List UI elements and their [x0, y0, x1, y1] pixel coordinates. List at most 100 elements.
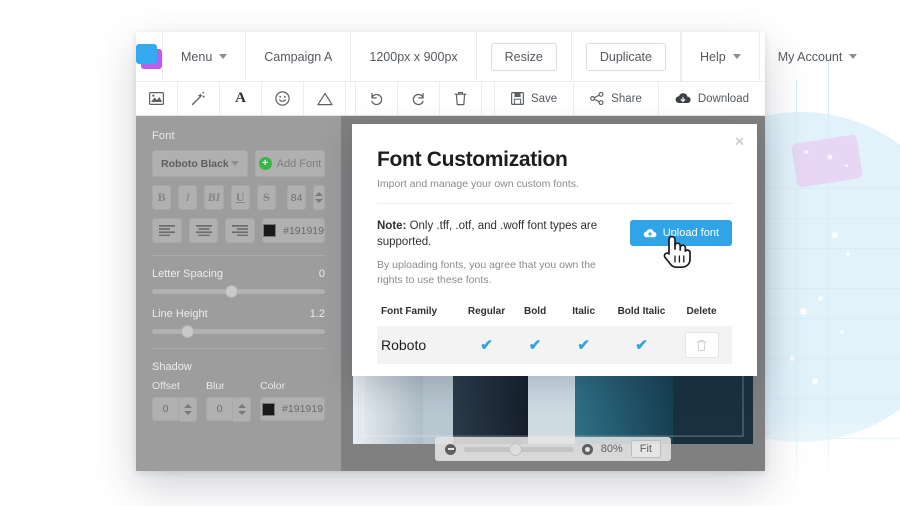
- app-logo[interactable]: [136, 32, 162, 81]
- effects-tool[interactable]: [178, 82, 220, 115]
- text-tool[interactable]: A: [220, 82, 262, 115]
- font-size-stepper[interactable]: [313, 185, 325, 210]
- shadow-color-picker[interactable]: #191919: [260, 397, 325, 421]
- trash-icon: [454, 91, 467, 106]
- note-body: Only .tff, .otf, and .woff font types ar…: [377, 220, 597, 248]
- top-bar: Menu Campaign A 1200px x 900px Resize Du…: [136, 32, 765, 82]
- align-right-button[interactable]: [225, 218, 255, 243]
- stepper-up-icon[interactable]: [315, 192, 323, 196]
- font-family-select[interactable]: Roboto Black: [152, 150, 248, 177]
- color-swatch: [262, 403, 275, 416]
- align-center-icon: [196, 225, 212, 236]
- zoom-slider-knob[interactable]: [509, 443, 522, 456]
- image-icon: [149, 92, 164, 105]
- row-italic-check[interactable]: ✔: [559, 336, 608, 354]
- menu-dropdown[interactable]: Menu: [162, 32, 245, 81]
- pointing-hand-cursor: [660, 232, 692, 270]
- emoji-tool[interactable]: [262, 82, 304, 115]
- download-label: Download: [698, 93, 749, 105]
- table-header-bold-italic: Bold Italic: [608, 306, 675, 317]
- italic-button[interactable]: I: [178, 185, 197, 210]
- table-header-font-family: Font Family: [381, 306, 462, 317]
- row-regular-check[interactable]: ✔: [462, 336, 511, 354]
- strikethrough-button[interactable]: S: [257, 185, 276, 210]
- shadow-offset-input[interactable]: 0: [152, 397, 179, 421]
- line-height-slider-knob[interactable]: [181, 325, 194, 338]
- stepper-up-icon[interactable]: [238, 404, 246, 408]
- shadow-color-value: #191919: [282, 403, 323, 415]
- undo-icon: [369, 92, 384, 106]
- stepper-up-icon[interactable]: [184, 404, 192, 408]
- modal-subtitle: Import and manage your own custom fonts.: [377, 178, 732, 190]
- shadow-section-label: Shadow: [152, 361, 325, 373]
- toolbar-gap: [346, 82, 356, 115]
- font-color-value: #191919: [283, 225, 324, 237]
- line-height-value: 1.2: [310, 308, 325, 320]
- bold-button[interactable]: B: [152, 185, 171, 210]
- font-section-label: Font: [152, 130, 325, 142]
- font-size-input[interactable]: 84: [287, 185, 306, 210]
- text-icon: A: [235, 90, 246, 107]
- align-left-button[interactable]: [152, 218, 182, 243]
- shadow-blur-group: Blur 0: [206, 380, 251, 422]
- chevron-down-icon: [733, 54, 741, 59]
- modal-divider: [377, 203, 732, 204]
- table-header-italic: Italic: [559, 306, 608, 317]
- note-text-block: Note: Only .tff, .otf, and .woff font ty…: [377, 218, 616, 288]
- letter-spacing-slider[interactable]: [152, 289, 325, 294]
- close-icon[interactable]: ✕: [734, 135, 745, 148]
- canvas-size: 1200px x 900px: [350, 32, 475, 81]
- stepper-down-icon[interactable]: [238, 411, 246, 415]
- menu-label: Menu: [181, 50, 212, 64]
- sparkle-dot: [818, 296, 823, 301]
- modal-title: Font Customization: [377, 148, 732, 172]
- shadow-blur-label: Blur: [206, 380, 251, 392]
- stepper-down-icon[interactable]: [184, 411, 192, 415]
- download-button[interactable]: Download: [658, 82, 765, 115]
- underline-button[interactable]: U: [231, 185, 250, 210]
- stepper-down-icon[interactable]: [315, 199, 323, 203]
- line-height-slider[interactable]: [152, 329, 325, 334]
- redo-button[interactable]: [398, 82, 440, 115]
- zoom-percent-label: 80%: [601, 443, 623, 455]
- undo-button[interactable]: [356, 82, 398, 115]
- align-center-button[interactable]: [189, 218, 219, 243]
- zoom-fit-button[interactable]: Fit: [631, 440, 661, 458]
- screenshot-root: Menu Campaign A 1200px x 900px Resize Du…: [0, 0, 900, 506]
- image-tool[interactable]: [136, 82, 178, 115]
- table-header-bold: Bold: [511, 306, 560, 317]
- plus-icon: +: [259, 157, 272, 170]
- duplicate-button[interactable]: Duplicate: [586, 43, 666, 71]
- font-family-row: Roboto Black + Add Font: [152, 150, 325, 177]
- project-name[interactable]: Campaign A: [245, 32, 350, 81]
- account-dropdown[interactable]: My Account: [759, 32, 876, 81]
- shadow-blur-input[interactable]: 0: [206, 397, 233, 421]
- font-sidebar: Font Roboto Black + Add Font B I BI U: [136, 116, 341, 471]
- cloud-upload-icon: [643, 228, 657, 239]
- shadow-controls: Offset 0 Blur 0: [152, 380, 325, 422]
- resize-button[interactable]: Resize: [491, 43, 557, 71]
- add-font-button[interactable]: + Add Font: [255, 150, 325, 177]
- delete-font-button[interactable]: [685, 332, 719, 358]
- redo-icon: [411, 92, 426, 106]
- row-bold-italic-check[interactable]: ✔: [608, 336, 675, 354]
- save-button[interactable]: Save: [494, 82, 573, 115]
- tool-bar: A Save Sh: [136, 82, 765, 116]
- zoom-slider[interactable]: [464, 447, 574, 452]
- zoom-out-icon[interactable]: [445, 444, 456, 455]
- shape-tool[interactable]: [304, 82, 346, 115]
- note-main: Note: Only .tff, .otf, and .woff font ty…: [377, 218, 616, 251]
- letter-spacing-slider-knob[interactable]: [225, 285, 238, 298]
- shadow-offset-stepper[interactable]: [179, 397, 197, 422]
- bold-italic-button[interactable]: BI: [204, 185, 223, 210]
- shadow-blur-stepper[interactable]: [233, 397, 251, 422]
- zoom-in-icon[interactable]: [582, 444, 593, 455]
- help-dropdown[interactable]: Help: [681, 32, 759, 81]
- font-color-picker[interactable]: #191919: [262, 218, 325, 243]
- shadow-color-group: Color #191919: [260, 380, 325, 422]
- duplicate-cell: Duplicate: [571, 32, 680, 81]
- share-button[interactable]: Share: [573, 82, 658, 115]
- row-bold-check[interactable]: ✔: [511, 336, 560, 354]
- delete-button[interactable]: [440, 82, 482, 115]
- letter-spacing-header: Letter Spacing 0: [152, 268, 325, 280]
